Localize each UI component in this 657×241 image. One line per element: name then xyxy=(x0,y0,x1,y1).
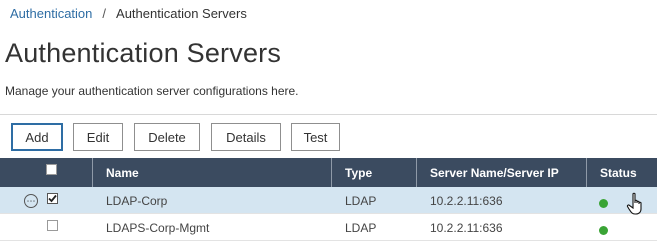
row-name: LDAP-Corp xyxy=(106,193,168,208)
table-header: Name Type Server Name/Server IP Status xyxy=(0,158,657,187)
row-server: 10.2.2.11:636 xyxy=(430,220,503,235)
row-name: LDAPS-Corp-Mgmt xyxy=(106,220,210,235)
details-button[interactable]: Details xyxy=(211,123,281,151)
status-dot-icon xyxy=(599,226,608,235)
row-checkbox[interactable] xyxy=(47,220,58,231)
add-button[interactable]: Add xyxy=(11,123,63,151)
table-row[interactable]: ⋯ LDAP-Corp LDAP 10.2.2.11:636 xyxy=(0,187,657,215)
edit-button[interactable]: Edit xyxy=(73,123,123,151)
breadcrumb: Authentication / Authentication Servers xyxy=(10,6,247,21)
breadcrumb-separator: / xyxy=(102,6,107,21)
checkmark-icon xyxy=(48,194,57,203)
breadcrumb-current: Authentication Servers xyxy=(116,6,247,21)
column-header-type[interactable]: Type xyxy=(331,158,416,187)
more-options-icon[interactable]: ⋯ xyxy=(24,194,38,208)
page-description: Manage your authentication server config… xyxy=(5,84,299,98)
status-dot-icon xyxy=(599,199,608,208)
page-title: Authentication Servers xyxy=(5,38,282,68)
test-button[interactable]: Test xyxy=(291,123,340,151)
delete-button[interactable]: Delete xyxy=(134,123,200,151)
row-type: LDAP xyxy=(345,220,377,235)
select-all-checkbox[interactable] xyxy=(46,164,57,175)
column-header-server[interactable]: Server Name/Server IP xyxy=(416,158,586,187)
breadcrumb-authentication-link[interactable]: Authentication xyxy=(10,6,92,21)
row-checkbox[interactable] xyxy=(47,193,58,204)
row-type: LDAP xyxy=(345,193,377,208)
column-header-name[interactable]: Name xyxy=(92,158,331,187)
table-row[interactable]: LDAPS-Corp-Mgmt LDAP 10.2.2.11:636 xyxy=(0,214,657,241)
hand-pointer-icon xyxy=(626,192,642,215)
column-header-status[interactable]: Status xyxy=(586,158,657,187)
row-server: 10.2.2.11:636 xyxy=(430,193,503,208)
toolbar: Add Edit Delete Details Test xyxy=(0,114,657,160)
select-all-cell xyxy=(0,158,92,187)
